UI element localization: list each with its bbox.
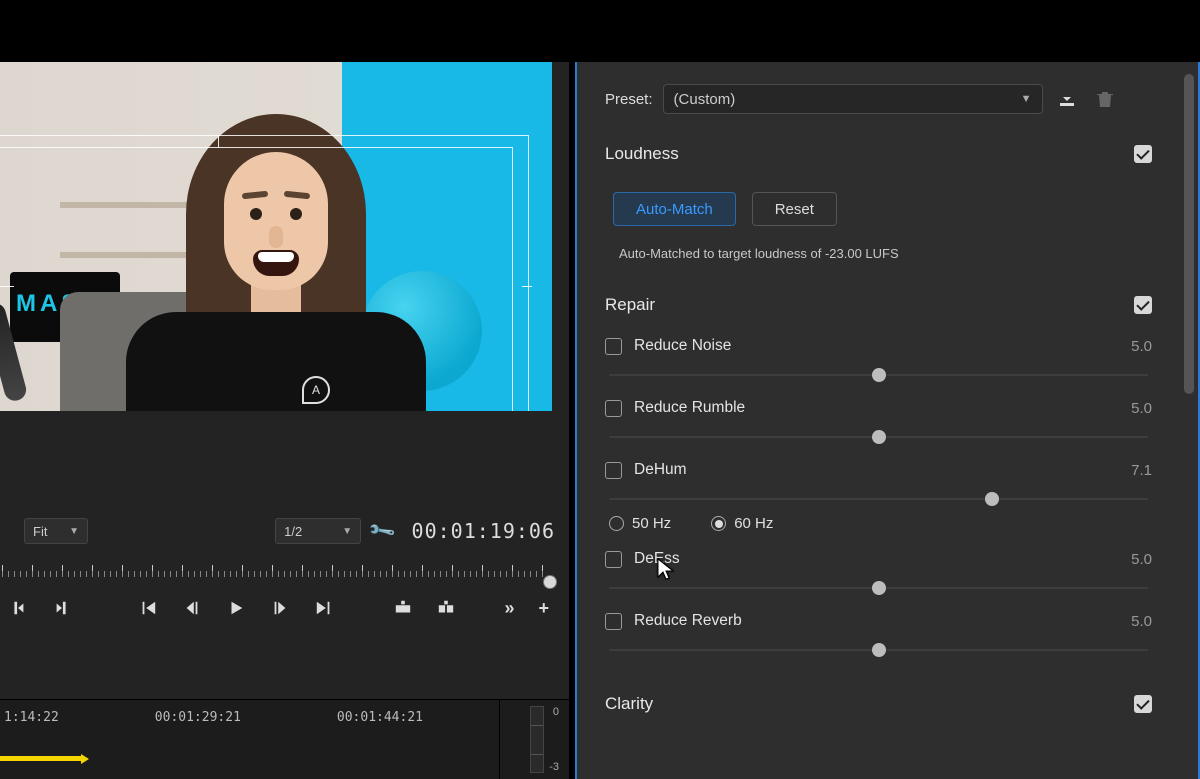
- play-button[interactable]: [226, 597, 246, 619]
- dehum-60hz-radio[interactable]: 60 Hz: [711, 515, 773, 532]
- add-button-icon[interactable]: +: [538, 598, 549, 619]
- deess-label: DeEss: [634, 550, 680, 568]
- work-area-bar[interactable]: [0, 756, 82, 761]
- reduce-rumble-value[interactable]: 5.0: [1131, 400, 1152, 417]
- essential-sound-panel: Preset: (Custom) ▼ Loudness: [575, 62, 1200, 779]
- reduce-reverb-checkbox[interactable]: [605, 613, 622, 630]
- timecode-label: 00:01:44:21: [337, 710, 423, 725]
- loudness-hint: Auto-Matched to target loudness of -23.0…: [605, 238, 1152, 267]
- clarity-toggle[interactable]: [1134, 695, 1152, 713]
- save-preset-icon[interactable]: [1053, 85, 1081, 113]
- dehum-slider[interactable]: [609, 489, 1148, 509]
- reduce-rumble-slider[interactable]: [609, 427, 1148, 447]
- clarity-section: Clarity: [605, 684, 1152, 714]
- mark-in-button[interactable]: [8, 597, 28, 619]
- loudness-toggle[interactable]: [1134, 145, 1152, 163]
- repair-title[interactable]: Repair: [605, 295, 655, 315]
- transport-controls: » +: [0, 585, 569, 619]
- preset-value: (Custom): [674, 91, 736, 108]
- program-timecode[interactable]: 00:01:19:06: [412, 519, 555, 543]
- loudness-title[interactable]: Loudness: [605, 144, 679, 164]
- more-transport-icon[interactable]: »: [504, 598, 514, 619]
- go-to-out-button[interactable]: [314, 597, 334, 619]
- meter-mark: -3: [549, 761, 559, 773]
- program-monitor[interactable]: A: [0, 62, 569, 411]
- preset-dropdown[interactable]: (Custom) ▼: [663, 84, 1043, 114]
- repair-toggle[interactable]: [1134, 296, 1152, 314]
- reduce-rumble-label: Reduce Rumble: [634, 399, 745, 417]
- go-to-in-button[interactable]: [138, 597, 158, 619]
- step-forward-button[interactable]: [270, 597, 290, 619]
- reduce-rumble-checkbox[interactable]: [605, 400, 622, 417]
- chevron-down-icon: ▼: [1021, 93, 1032, 105]
- ruler-end-handle[interactable]: [543, 575, 557, 589]
- deess-slider[interactable]: [609, 578, 1148, 598]
- zoom-value: Fit: [33, 524, 47, 539]
- reduce-noise-value[interactable]: 5.0: [1131, 338, 1152, 355]
- reduce-reverb-slider[interactable]: [609, 640, 1148, 660]
- meter-mark: 0: [549, 706, 559, 718]
- dehum-label: DeHum: [634, 461, 687, 479]
- dehum-checkbox[interactable]: [605, 462, 622, 479]
- chevron-down-icon: ▼: [342, 526, 352, 537]
- reduce-noise-checkbox[interactable]: [605, 338, 622, 355]
- repair-section: Repair Reduce Noise 5.0: [605, 285, 1152, 684]
- audio-meter[interactable]: 0 -3: [499, 700, 569, 779]
- reduce-noise-slider[interactable]: [609, 365, 1148, 385]
- loudness-section: Loudness Auto-Match Reset Auto-Matched t…: [605, 134, 1152, 285]
- program-time-ruler[interactable]: [2, 557, 555, 585]
- preset-label: Preset:: [605, 91, 653, 108]
- resolution-dropdown[interactable]: 1/2 ▼: [275, 518, 361, 544]
- dehum-value[interactable]: 7.1: [1131, 462, 1152, 479]
- reduce-reverb-label: Reduce Reverb: [634, 612, 742, 630]
- panel-scrollbar[interactable]: [1182, 62, 1198, 779]
- deess-checkbox[interactable]: [605, 551, 622, 568]
- chevron-down-icon: ▼: [69, 526, 79, 537]
- timeline-ruler[interactable]: 1:14:22 00:01:29:21 00:01:44:21: [0, 700, 499, 779]
- deess-value[interactable]: 5.0: [1131, 551, 1152, 568]
- clarity-title[interactable]: Clarity: [605, 694, 653, 714]
- overwrite-button[interactable]: [437, 597, 457, 619]
- timecode-label: 00:01:29:21: [155, 710, 241, 725]
- timecode-label: 1:14:22: [4, 710, 59, 725]
- scrollbar-thumb[interactable]: [1184, 74, 1194, 394]
- shirt-logo-icon: A: [302, 376, 330, 404]
- wrench-icon[interactable]: 🔧: [367, 516, 397, 546]
- mark-out-button[interactable]: [52, 597, 72, 619]
- auto-match-button[interactable]: Auto-Match: [613, 192, 736, 226]
- reduce-noise-label: Reduce Noise: [634, 337, 731, 355]
- zoom-dropdown[interactable]: Fit ▼: [24, 518, 88, 544]
- dehum-50hz-radio[interactable]: 50 Hz: [609, 515, 671, 532]
- reset-button[interactable]: Reset: [752, 192, 837, 226]
- resolution-value: 1/2: [284, 524, 302, 539]
- step-back-button[interactable]: [182, 597, 202, 619]
- reduce-reverb-value[interactable]: 5.0: [1131, 613, 1152, 630]
- delete-preset-icon: [1091, 85, 1119, 113]
- insert-button[interactable]: [393, 597, 413, 619]
